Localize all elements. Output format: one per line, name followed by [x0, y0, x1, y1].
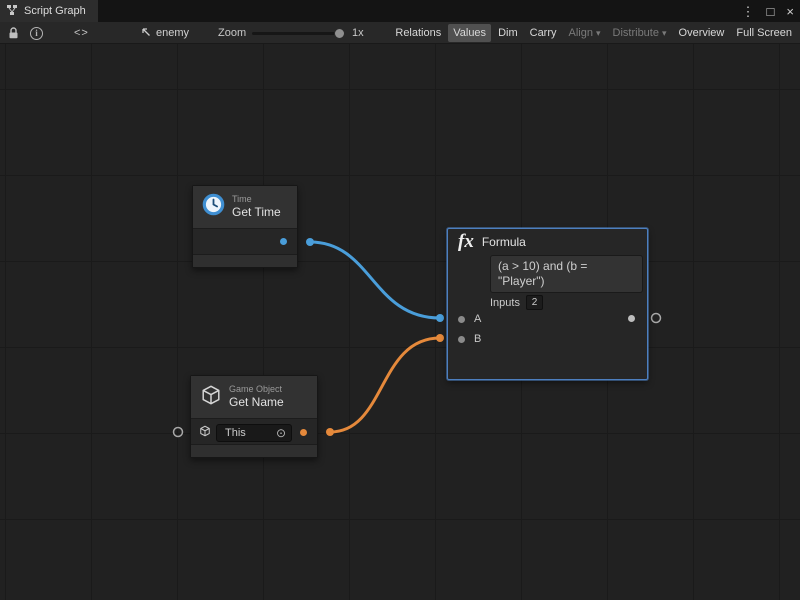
- formula-expression-input[interactable]: (a > 10) and (b = "Player"): [490, 255, 643, 293]
- node-title: Get Time: [232, 205, 281, 220]
- cube-icon: [200, 384, 222, 411]
- zoom-slider-handle[interactable]: [334, 28, 345, 39]
- graph-name: enemy: [156, 27, 189, 39]
- zoom-slider[interactable]: [252, 22, 344, 44]
- get-name-output-port[interactable]: [300, 429, 307, 436]
- connection-end-dot: [436, 314, 444, 322]
- carry-button[interactable]: Carry: [525, 24, 562, 42]
- dim-button[interactable]: Dim: [493, 24, 523, 42]
- get-name-header: Game Object Get Name: [191, 376, 317, 419]
- code-icon[interactable]: <>: [74, 22, 89, 44]
- formula-port-b-row: B: [448, 329, 647, 349]
- mini-cube-icon: [199, 424, 211, 442]
- get-name-ports: This ⊙: [191, 419, 317, 447]
- chevron-down-icon: ▾: [596, 28, 601, 39]
- overview-button[interactable]: Overview: [674, 24, 730, 42]
- distribute-button[interactable]: Distribute▾: [608, 24, 672, 42]
- getname-input-port-outer[interactable]: [174, 428, 183, 437]
- script-graph-icon: [6, 4, 18, 19]
- formula-input-port-a[interactable]: [458, 316, 465, 323]
- node-category: Game Object: [229, 384, 284, 395]
- zoom-slider-track[interactable]: [252, 32, 344, 35]
- formula-output-port-outer[interactable]: [652, 314, 661, 323]
- connection-start-dot: [306, 238, 314, 246]
- zoom-label: Zoom: [218, 22, 246, 44]
- title-bar: Script Graph ⋮ □ ×: [0, 0, 800, 22]
- window-menu-icon[interactable]: ⋮: [742, 5, 755, 18]
- node-footer: [193, 254, 297, 267]
- formula-header: fx Formula: [448, 229, 647, 255]
- connections-layer: [0, 44, 800, 600]
- align-button[interactable]: Align▾: [564, 24, 606, 42]
- clock-icon: [202, 193, 225, 221]
- connection-getname-to-formula-b[interactable]: [330, 338, 440, 432]
- lock-icon[interactable]: [8, 22, 19, 44]
- inputs-count-field[interactable]: 2: [526, 295, 543, 310]
- formula-fx-icon: fx: [458, 231, 474, 253]
- info-icon[interactable]: i: [30, 22, 43, 44]
- port-b-label: B: [474, 333, 481, 345]
- formula-port-a-row: A: [448, 309, 647, 329]
- node-formula[interactable]: fx Formula (a > 10) and (b = "Player") I…: [447, 228, 648, 380]
- graph-breadcrumb[interactable]: enemy: [140, 22, 189, 44]
- close-icon[interactable]: ×: [786, 5, 794, 18]
- chevron-down-icon: ▾: [662, 28, 667, 39]
- formula-output-port[interactable]: [628, 315, 635, 322]
- node-get-name[interactable]: Game Object Get Name This ⊙: [190, 375, 318, 458]
- values-button[interactable]: Values: [448, 24, 491, 42]
- formula-input-port-b[interactable]: [458, 336, 465, 343]
- target-value: This: [225, 427, 246, 439]
- script-graph-window: Script Graph ⋮ □ × i <> enemy: [0, 0, 800, 600]
- port-a-label: A: [474, 313, 481, 325]
- graph-pointer-icon: [140, 26, 151, 40]
- node-get-time[interactable]: Time Get Time: [192, 185, 298, 268]
- fullscreen-button[interactable]: Full Screen: [731, 24, 797, 42]
- graph-canvas[interactable]: Time Get Time fx Formula (a > 10) and (b…: [0, 44, 800, 600]
- toolbar-buttons: Relations Values Dim Carry Align▾ Distri…: [390, 22, 797, 44]
- get-time-ports: [193, 229, 297, 255]
- get-time-output-port[interactable]: [280, 238, 287, 245]
- connection-start-dot: [326, 428, 334, 436]
- tab-script-graph[interactable]: Script Graph: [0, 0, 98, 22]
- zoom-value: 1x: [352, 22, 364, 44]
- connection-end-dot: [436, 334, 444, 342]
- tab-title: Script Graph: [24, 5, 86, 17]
- formula-inputs-row: Inputs 2: [490, 295, 543, 310]
- node-title: Formula: [482, 235, 526, 249]
- connection-gettime-to-formula-a[interactable]: [310, 242, 440, 318]
- object-picker-icon[interactable]: ⊙: [276, 427, 286, 439]
- inputs-label: Inputs: [490, 297, 520, 309]
- node-title: Get Name: [229, 395, 284, 410]
- relations-button[interactable]: Relations: [390, 24, 446, 42]
- maximize-icon[interactable]: □: [767, 5, 775, 18]
- graph-toolbar: i <> enemy Zoom 1x Relations Values Dim …: [0, 22, 800, 44]
- target-object-field[interactable]: This ⊙: [216, 424, 292, 442]
- get-time-header: Time Get Time: [193, 186, 297, 229]
- node-footer: [191, 444, 317, 457]
- node-category: Time: [232, 194, 281, 205]
